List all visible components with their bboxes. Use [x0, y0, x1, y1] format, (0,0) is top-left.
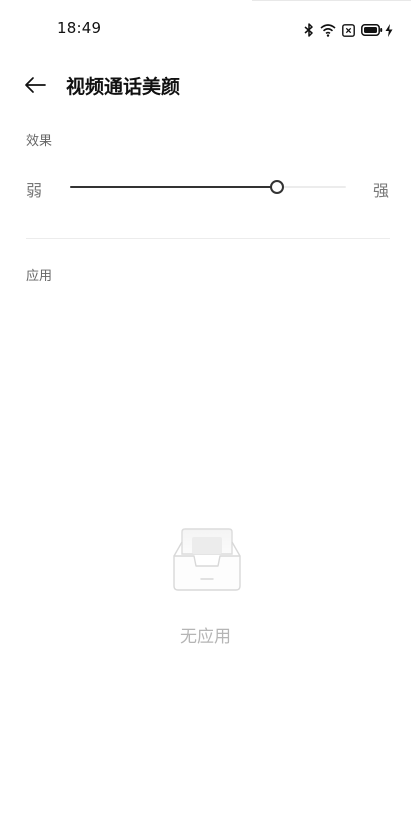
effect-slider-fill [70, 186, 277, 188]
status-time: 18:49 [57, 19, 102, 37]
status-bar: 18:49 [0, 0, 411, 58]
wifi-icon [320, 23, 336, 37]
status-icons [304, 21, 393, 39]
section-divider [26, 238, 390, 239]
back-button[interactable] [22, 72, 48, 98]
back-arrow-icon [25, 77, 46, 93]
effect-slider-thumb[interactable] [270, 180, 284, 194]
page-title: 视频通话美颜 [66, 76, 181, 98]
apps-section-label: 应用 [26, 269, 53, 284]
empty-state-text: 无应用 [180, 627, 231, 647]
sim-disabled-icon [342, 23, 355, 37]
slider-min-label: 弱 [26, 181, 43, 200]
empty-tray-icon [173, 528, 241, 591]
battery-icon [361, 24, 383, 36]
effect-section-label: 效果 [26, 134, 53, 149]
effect-slider-row: 弱 强 [0, 172, 411, 202]
effect-slider-track[interactable] [70, 180, 346, 194]
empty-state: 无应用 [0, 528, 411, 648]
bluetooth-icon [304, 23, 314, 37]
header: 视频通话美颜 [0, 58, 411, 112]
charging-icon [385, 23, 393, 37]
slider-max-label: 强 [372, 181, 389, 200]
